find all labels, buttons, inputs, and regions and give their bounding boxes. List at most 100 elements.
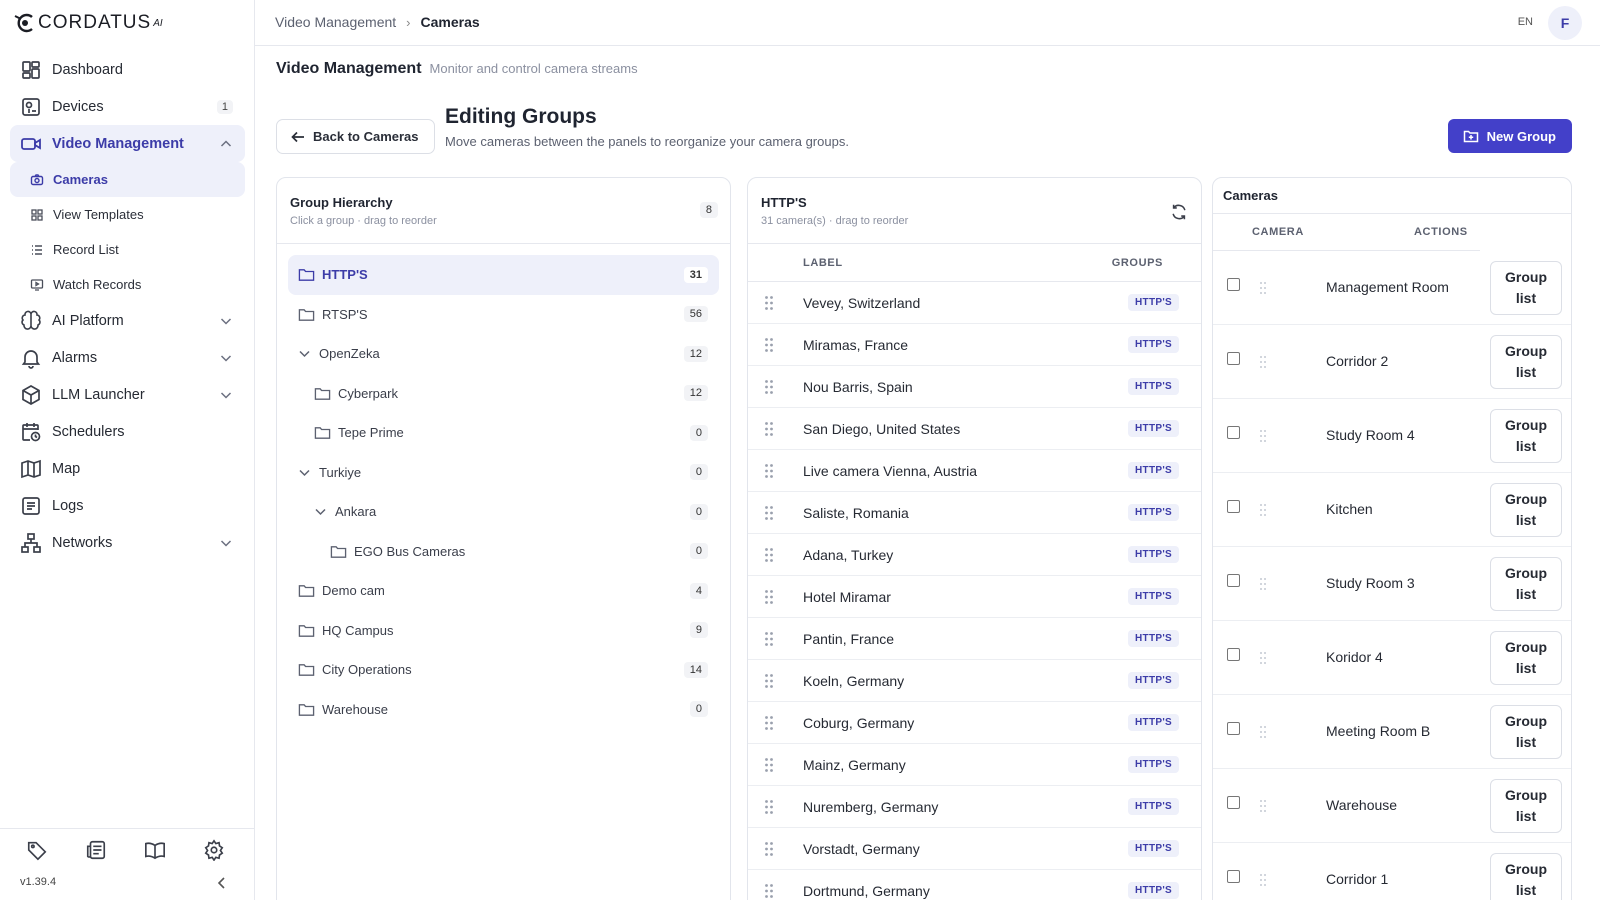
drag-handle-icon[interactable]	[764, 883, 774, 899]
drag-handle-icon[interactable]	[1259, 577, 1267, 591]
sidebar-item-logs[interactable]: Logs	[10, 487, 245, 524]
sidebar-item-map[interactable]: Map	[10, 450, 245, 487]
drag-handle-icon[interactable]	[764, 421, 774, 437]
chevron-down-icon[interactable]	[298, 347, 311, 360]
group-list-button[interactable]: Group list	[1490, 705, 1562, 759]
drag-handle-icon[interactable]	[1259, 725, 1267, 739]
table-row[interactable]: Koeln, Germany HTTP'S	[748, 660, 1201, 702]
drag-handle-icon[interactable]	[764, 295, 774, 311]
sidebar-subitem-cameras[interactable]: Cameras	[10, 162, 245, 197]
group-list-button[interactable]: Group list	[1490, 631, 1562, 685]
drag-handle-icon[interactable]	[764, 337, 774, 353]
group-list-button[interactable]: Group list	[1490, 261, 1562, 315]
drag-handle-icon[interactable]	[764, 547, 774, 563]
chevron-down-icon[interactable]	[298, 466, 311, 479]
drag-handle-icon[interactable]	[1259, 873, 1267, 887]
tag-icon[interactable]	[26, 839, 48, 861]
row-checkbox[interactable]	[1227, 278, 1240, 291]
tree-item-cyberpark[interactable]: Cyberpark 12	[288, 374, 719, 414]
tree-item-http-s[interactable]: HTTP'S 31	[288, 255, 719, 295]
sidebar-item-video-management[interactable]: Video Management	[10, 125, 245, 162]
drag-handle-icon[interactable]	[764, 505, 774, 521]
chevron-down-icon[interactable]	[219, 388, 233, 402]
chevron-up-icon[interactable]	[219, 137, 233, 151]
drag-handle-icon[interactable]	[1259, 355, 1267, 369]
row-checkbox[interactable]	[1227, 648, 1240, 661]
language-switcher[interactable]: EN	[1518, 16, 1533, 28]
sidebar-subitem-view-templates[interactable]: View Templates	[10, 197, 245, 232]
sidebar-subitem-watch-records[interactable]: Watch Records	[10, 267, 245, 302]
table-row[interactable]: Dortmund, Germany HTTP'S	[748, 870, 1201, 900]
sidebar-subitem-record-list[interactable]: Record List	[10, 232, 245, 267]
table-row[interactable]: Mainz, Germany HTTP'S	[748, 744, 1201, 786]
chevron-down-icon[interactable]	[219, 314, 233, 328]
sidebar-item-llm-launcher[interactable]: LLM Launcher	[10, 376, 245, 413]
collapse-sidebar-icon[interactable]	[215, 876, 229, 890]
group-list-button[interactable]: Group list	[1490, 557, 1562, 611]
book-icon[interactable]	[144, 839, 166, 861]
tree-item-warehouse[interactable]: Warehouse 0	[288, 690, 719, 730]
tree-item-ego-bus-cameras[interactable]: EGO Bus Cameras 0	[288, 532, 719, 572]
drag-handle-icon[interactable]	[1259, 651, 1267, 665]
drag-handle-icon[interactable]	[764, 379, 774, 395]
tree-item-ankara[interactable]: Ankara 0	[288, 492, 719, 532]
chevron-down-icon[interactable]	[314, 505, 327, 518]
chevron-down-icon[interactable]	[219, 351, 233, 365]
tree-item-tepe-prime[interactable]: Tepe Prime 0	[288, 413, 719, 453]
row-checkbox[interactable]	[1227, 722, 1240, 735]
sidebar-item-ai-platform[interactable]: AI Platform	[10, 302, 245, 339]
tree-item-openzeka[interactable]: OpenZeka 12	[288, 334, 719, 374]
table-row[interactable]: Adana, Turkey HTTP'S	[748, 534, 1201, 576]
table-row[interactable]: Miramas, France HTTP'S	[748, 324, 1201, 366]
drag-handle-icon[interactable]	[764, 799, 774, 815]
refresh-icon[interactable]	[1170, 203, 1188, 221]
back-to-cameras-button[interactable]: Back to Cameras	[276, 119, 435, 154]
drag-handle-icon[interactable]	[1259, 281, 1267, 295]
table-row[interactable]: Vorstadt, Germany HTTP'S	[748, 828, 1201, 870]
tree-item-demo-cam[interactable]: Demo cam 4	[288, 571, 719, 611]
sidebar-item-devices[interactable]: Devices 1	[10, 88, 245, 125]
sidebar-item-dashboard[interactable]: Dashboard	[10, 51, 245, 88]
drag-handle-icon[interactable]	[764, 715, 774, 731]
drag-handle-icon[interactable]	[1259, 799, 1267, 813]
drag-handle-icon[interactable]	[764, 673, 774, 689]
tree-item-turkiye[interactable]: Turkiye 0	[288, 453, 719, 493]
drag-handle-icon[interactable]	[764, 631, 774, 647]
tree-item-city-operations[interactable]: City Operations 14	[288, 650, 719, 690]
sidebar-item-schedulers[interactable]: Schedulers	[10, 413, 245, 450]
news-icon[interactable]	[85, 839, 107, 861]
table-row[interactable]: Nou Barris, Spain HTTP'S	[748, 366, 1201, 408]
group-list-button[interactable]: Group list	[1490, 853, 1562, 900]
row-checkbox[interactable]	[1227, 796, 1240, 809]
table-row[interactable]: Vevey, Switzerland HTTP'S	[748, 282, 1201, 324]
table-row[interactable]: Coburg, Germany HTTP'S	[748, 702, 1201, 744]
table-row[interactable]: San Diego, United States HTTP'S	[748, 408, 1201, 450]
table-row[interactable]: Pantin, France HTTP'S	[748, 618, 1201, 660]
group-list-button[interactable]: Group list	[1490, 779, 1562, 833]
table-row[interactable]: Nuremberg, Germany HTTP'S	[748, 786, 1201, 828]
drag-handle-icon[interactable]	[764, 757, 774, 773]
sidebar-item-alarms[interactable]: Alarms	[10, 339, 245, 376]
new-group-button[interactable]: New Group	[1447, 119, 1572, 153]
group-list-button[interactable]: Group list	[1490, 335, 1562, 389]
row-checkbox[interactable]	[1227, 500, 1240, 513]
avatar[interactable]: F	[1548, 6, 1582, 40]
tree-item-hq-campus[interactable]: HQ Campus 9	[288, 611, 719, 651]
settings-icon[interactable]	[203, 839, 225, 861]
drag-handle-icon[interactable]	[764, 589, 774, 605]
tree-item-rtsp-s[interactable]: RTSP'S 56	[288, 295, 719, 335]
chevron-down-icon[interactable]	[219, 536, 233, 550]
sidebar-item-networks[interactable]: Networks	[10, 524, 245, 561]
brand-logo[interactable]: CORDATUS AI	[14, 12, 163, 34]
row-checkbox[interactable]	[1227, 426, 1240, 439]
drag-handle-icon[interactable]	[1259, 503, 1267, 517]
table-row[interactable]: Saliste, Romania HTTP'S	[748, 492, 1201, 534]
group-list-button[interactable]: Group list	[1490, 409, 1562, 463]
row-checkbox[interactable]	[1227, 574, 1240, 587]
drag-handle-icon[interactable]	[1259, 429, 1267, 443]
row-checkbox[interactable]	[1227, 870, 1240, 883]
table-row[interactable]: Live camera Vienna, Austria HTTP'S	[748, 450, 1201, 492]
breadcrumb-parent[interactable]: Video Management	[275, 14, 396, 30]
table-row[interactable]: Hotel Miramar HTTP'S	[748, 576, 1201, 618]
drag-handle-icon[interactable]	[764, 841, 774, 857]
